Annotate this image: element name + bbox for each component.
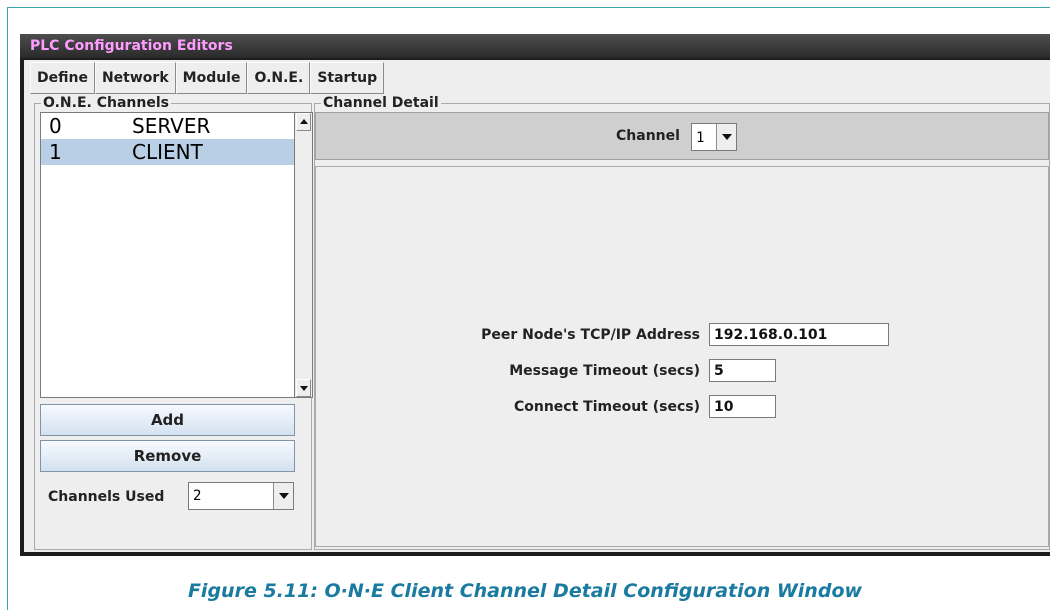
message-timeout-input[interactable] bbox=[709, 359, 776, 382]
menu-module-button[interactable]: Module bbox=[175, 62, 248, 94]
connect-timeout-label: Connect Timeout (secs) bbox=[513, 399, 700, 415]
channel-list-item-selected[interactable]: 1 CLIENT bbox=[41, 139, 294, 165]
add-channel-button[interactable]: Add bbox=[40, 404, 295, 436]
dropdown-button[interactable] bbox=[273, 483, 293, 509]
connect-timeout-input[interactable] bbox=[709, 395, 776, 418]
channel-detail-form: Peer Node's TCP/IP Address Message Timeo… bbox=[315, 166, 1049, 547]
channel-select[interactable]: 1 bbox=[691, 123, 737, 151]
channel-select-value: 1 bbox=[696, 130, 705, 146]
figure-caption: Figure 5.11: O·N·E Client Channel Detail… bbox=[187, 580, 863, 602]
window-title: PLC Configuration Editors bbox=[20, 34, 1050, 58]
channel-list-scrollbar[interactable] bbox=[295, 112, 313, 398]
plc-config-window: PLC Configuration Editors Define Network… bbox=[20, 34, 1050, 556]
channels-used-value: 2 bbox=[193, 488, 202, 504]
chevron-down-icon bbox=[279, 493, 289, 499]
channel-name: SERVER bbox=[132, 114, 211, 138]
channel-detail-panel: Channel Detail Channel 1 Peer Node's TCP… bbox=[314, 95, 1050, 550]
menu-one-button[interactable]: O.N.E. bbox=[247, 62, 311, 94]
channel-list[interactable]: 0 SERVER 1 CLIENT bbox=[40, 112, 295, 398]
arrow-up-icon bbox=[300, 119, 308, 124]
menubar: Define Network Module O.N.E. Startup bbox=[30, 62, 385, 94]
arrow-down-icon bbox=[300, 386, 308, 391]
channel-number: 0 bbox=[49, 114, 62, 138]
message-timeout-label: Message Timeout (secs) bbox=[509, 363, 700, 379]
peer-address-label: Peer Node's TCP/IP Address bbox=[481, 327, 700, 343]
channel-number: 1 bbox=[49, 140, 62, 164]
one-channels-legend: O.N.E. Channels bbox=[41, 95, 171, 111]
peer-address-input[interactable] bbox=[709, 323, 889, 346]
menu-startup-button[interactable]: Startup bbox=[310, 62, 385, 94]
window-content: Define Network Module O.N.E. Startup O.N… bbox=[24, 60, 1050, 552]
dropdown-button[interactable] bbox=[716, 124, 736, 150]
channel-selector-bar: Channel 1 bbox=[315, 112, 1049, 160]
menu-define-button[interactable]: Define bbox=[30, 62, 95, 94]
chevron-down-icon bbox=[722, 134, 732, 140]
menu-network-button[interactable]: Network bbox=[94, 62, 176, 94]
channel-name: CLIENT bbox=[132, 140, 203, 164]
remove-channel-button[interactable]: Remove bbox=[40, 440, 295, 472]
channel-label: Channel bbox=[616, 128, 680, 144]
channel-detail-legend: Channel Detail bbox=[321, 95, 441, 111]
channels-used-select[interactable]: 2 bbox=[188, 482, 294, 510]
one-channels-panel: O.N.E. Channels 0 SERVER 1 CLIENT Add Re… bbox=[34, 95, 313, 550]
scroll-down-button[interactable] bbox=[296, 379, 311, 397]
channel-list-item[interactable]: 0 SERVER bbox=[41, 113, 294, 139]
channels-used-label: Channels Used bbox=[48, 489, 165, 505]
scroll-up-button[interactable] bbox=[296, 113, 311, 131]
channels-used-row: Channels Used 2 bbox=[40, 476, 295, 518]
